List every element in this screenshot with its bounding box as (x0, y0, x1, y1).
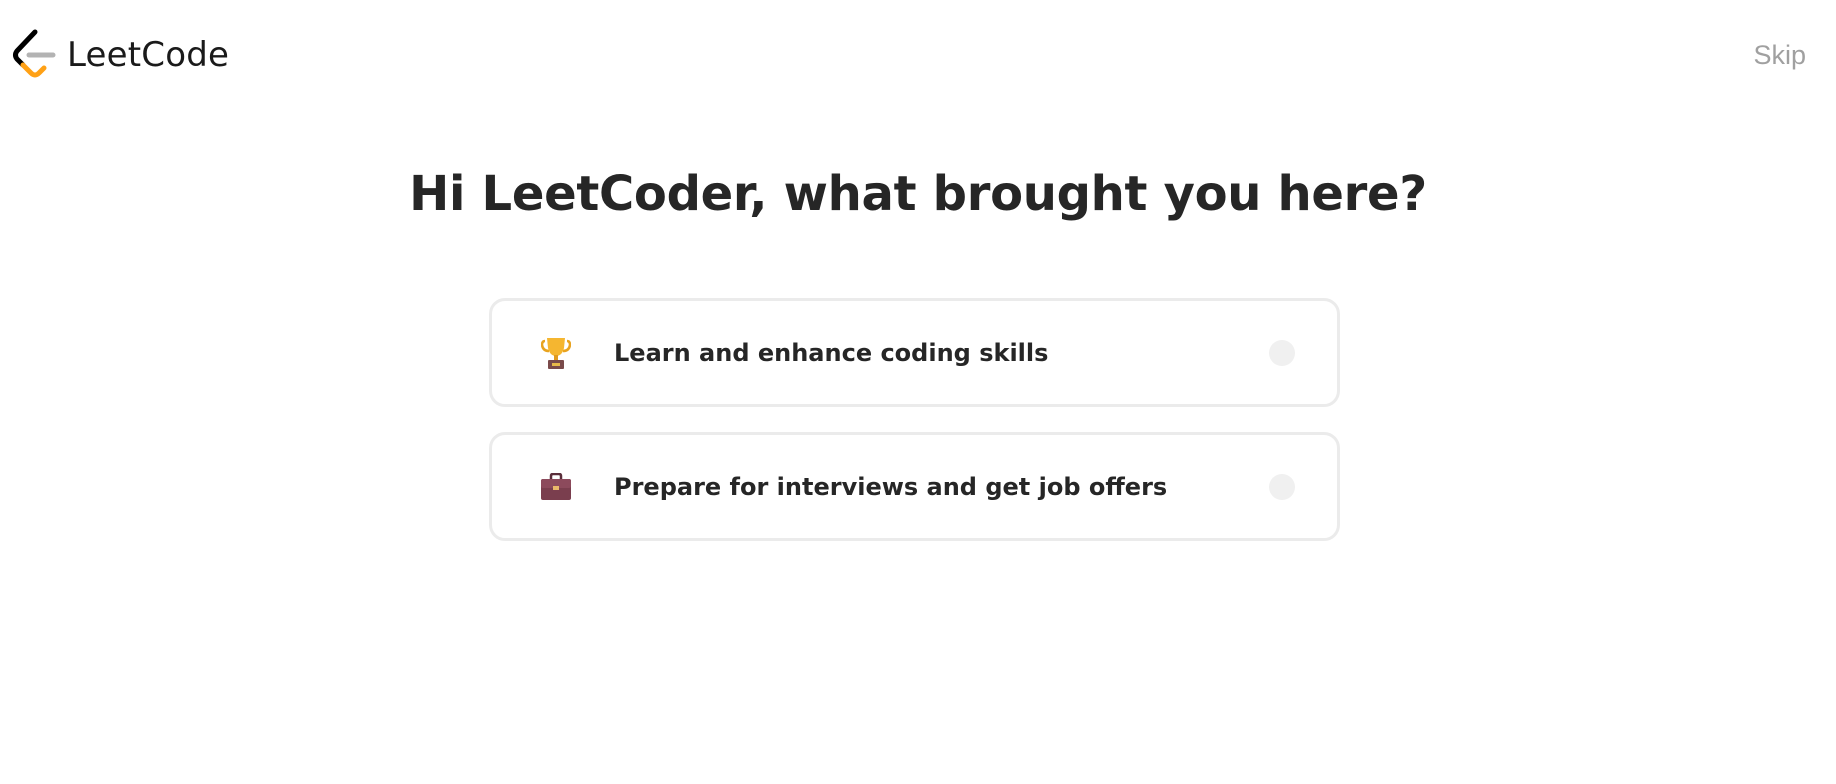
leetcode-logo-icon (13, 29, 56, 78)
trophy-icon (536, 333, 576, 373)
option-learn-skills[interactable]: Learn and enhance coding skills (489, 298, 1340, 407)
option-label: Learn and enhance coding skills (614, 338, 1049, 367)
leetcode-logo[interactable]: LeetCode (11, 29, 229, 81)
radio-button[interactable] (1269, 339, 1295, 366)
options-list: Learn and enhance coding skills Prepare … (489, 298, 1340, 566)
page-title: Hi LeetCoder, what brought you here? (409, 166, 1427, 222)
radio-button[interactable] (1269, 473, 1295, 500)
briefcase-icon (536, 467, 576, 507)
option-prepare-interviews[interactable]: Prepare for interviews and get job offer… (489, 432, 1340, 541)
logo-text: LeetCode (67, 35, 230, 75)
option-label: Prepare for interviews and get job offer… (614, 472, 1168, 501)
skip-button[interactable]: Skip (1753, 40, 1806, 71)
header: LeetCode Skip (0, 0, 1836, 112)
